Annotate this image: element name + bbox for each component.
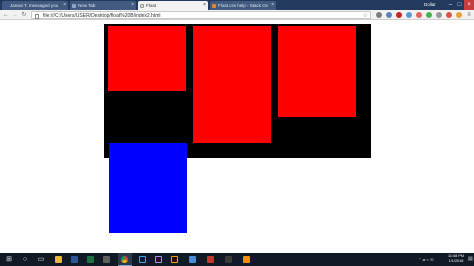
window-close-icon[interactable]: ×	[464, 0, 474, 10]
back-icon[interactable]: ←	[2, 11, 10, 19]
red-box-2	[193, 26, 271, 143]
tray-icons[interactable]: ⌃ ▰ ◖ ✉	[418, 257, 434, 262]
tab-new-tab[interactable]: New Tab ×	[70, 1, 136, 10]
address-bar[interactable]: file:///C:/Users/USER/Desktop/float%20B/…	[31, 11, 371, 19]
clock[interactable]: 11:08 PM 1/1/2016	[446, 254, 466, 264]
system-tray: ⌃ ▰ ◖ ✉ 11:08 PM 1/1/2016 ▤	[418, 253, 474, 266]
word-icon[interactable]	[68, 253, 82, 266]
maximize-icon[interactable]: □	[455, 0, 464, 10]
photoshop-icon[interactable]	[136, 253, 150, 266]
menu-icon[interactable]: ≡	[465, 11, 473, 19]
tab-float[interactable]: Float ×	[138, 1, 208, 10]
excel-icon[interactable]	[84, 253, 98, 266]
taskbar: ⊞ ○ ▭ ⌃ ▰ ◖ ✉ 11:08 PM 1/1/2016 ▤	[0, 253, 474, 266]
extension-icon[interactable]	[386, 12, 392, 18]
close-icon[interactable]: ×	[203, 1, 206, 10]
forward-icon[interactable]: →	[11, 11, 19, 19]
page-icon	[35, 13, 39, 19]
reload-icon[interactable]: ↻	[20, 11, 28, 19]
start-icon[interactable]: ⊞	[2, 253, 16, 266]
app-icon[interactable]	[204, 253, 218, 266]
app-icon[interactable]	[222, 253, 236, 266]
stackoverflow-icon	[212, 3, 216, 8]
media-player-icon[interactable]	[240, 253, 254, 266]
bookmark-star-icon[interactable]: ☆	[363, 12, 368, 20]
notification-icon[interactable]: ▤	[468, 256, 473, 262]
page-icon	[140, 3, 144, 8]
close-icon[interactable]: ×	[63, 1, 66, 10]
blue-box	[109, 143, 187, 233]
extension-icon[interactable]	[376, 12, 382, 18]
page-viewport	[0, 21, 474, 253]
tab-title: Float	[146, 3, 157, 8]
url-text: file:///C:/Users/USER/Desktop/float%20B/…	[43, 13, 161, 19]
extension-icon[interactable]	[436, 12, 442, 18]
chrome-icon[interactable]	[118, 253, 132, 266]
minimize-icon[interactable]: –	[446, 0, 455, 10]
app-icon[interactable]	[100, 253, 114, 266]
file-explorer-icon[interactable]	[52, 253, 66, 266]
tab-stack-overflow[interactable]: Float css help - Stack Ov ×	[210, 1, 276, 10]
extension-icon[interactable]	[446, 12, 452, 18]
app-icon[interactable]	[186, 253, 200, 266]
red-box-1	[108, 26, 186, 91]
tab-facebook[interactable]: Janavi T. messaged you ×	[2, 1, 68, 10]
close-icon[interactable]: ×	[271, 1, 274, 10]
float-container	[104, 24, 371, 158]
close-icon[interactable]: ×	[131, 1, 134, 10]
illustrator-icon[interactable]	[168, 253, 182, 266]
page-icon	[72, 3, 76, 8]
tab-title: New Tab	[78, 3, 96, 8]
pinterest-icon[interactable]	[396, 12, 402, 18]
tab-title: Janavi T. messaged you	[10, 3, 59, 8]
profile-name[interactable]: Dollar	[424, 0, 444, 10]
tab-title: Float css help - Stack Ov	[218, 3, 269, 8]
tab-strip: Janavi T. messaged you × New Tab × Float…	[0, 0, 474, 10]
extension-icon[interactable]	[426, 12, 432, 18]
clock-date: 1/1/2016	[448, 259, 464, 263]
search-icon[interactable]: ○	[18, 253, 32, 266]
task-view-icon[interactable]: ▭	[34, 253, 48, 266]
extension-icon[interactable]	[416, 12, 422, 18]
browser-toolbar: ← → ↻ file:///C:/Users/USER/Desktop/floa…	[0, 10, 474, 20]
extension-icon[interactable]	[406, 12, 412, 18]
red-box-3	[278, 26, 356, 117]
extension-icon[interactable]	[456, 12, 462, 18]
facebook-icon	[4, 3, 8, 8]
premiere-icon[interactable]	[152, 253, 166, 266]
